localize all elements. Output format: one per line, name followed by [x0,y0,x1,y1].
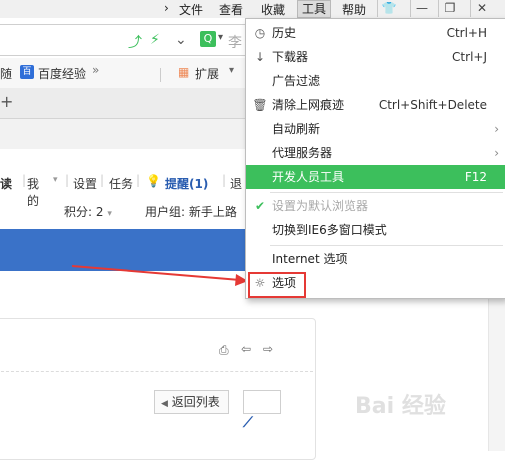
baidu-icon: 百 [20,65,34,79]
nav-divider: | [22,173,27,187]
menu-item-proxy[interactable]: 代理服务器 › [246,141,505,165]
reminder-link[interactable]: 提醒(1) [165,175,208,192]
maximize-button[interactable]: ❐ [438,0,461,17]
menu-item-history[interactable]: ◷ 历史 Ctrl+H [246,21,505,45]
menu-view[interactable]: 查看 [219,1,243,18]
menu-item-auto-refresh[interactable]: 自动刷新 › [246,117,505,141]
divider [1,371,313,372]
back-to-list-label: 返回列表 [171,395,220,409]
menu-item-downloads[interactable]: ↓ 下载器 Ctrl+J [246,45,505,69]
favorite-baidu-jingyan[interactable]: 百度经验 [38,65,86,82]
nav-link-cut[interactable]: 读 [0,175,22,192]
search-input[interactable]: 李 [228,32,242,52]
tools-dropdown-menu: ◷ 历史 Ctrl+H ↓ 下载器 Ctrl+J 广告过滤 🗑 清除上网痕迹 C… [245,18,505,299]
nav-divider: | [100,173,105,187]
extension-button[interactable]: 扩展 [195,65,219,82]
skin-button[interactable]: 👕 [377,0,400,17]
page-jump-input[interactable] [243,390,281,414]
new-tab-icon[interactable]: + [0,92,13,111]
divider [160,68,161,82]
download-arrow-icon: ↓ [254,50,266,64]
minimize-button[interactable]: — [410,0,433,17]
points-value: 积分: 2 [64,205,104,219]
back-to-list-button[interactable]: ◀ 返回列表 [154,390,229,414]
back-arrow-icon: ◀ [161,399,168,409]
share-icon[interactable]: ⤴ [128,32,142,52]
nav-tasks[interactable]: 任务 [109,175,133,192]
menu-item-set-default: ✔ 设置为默认浏览器 [246,194,505,218]
close-button[interactable]: ✕ [470,0,493,17]
watermark: Bai 经验 [355,394,446,419]
logout-link-cut[interactable]: 退 [230,175,242,192]
nav-my[interactable]: 我的 [27,175,39,209]
chevron-down-icon[interactable]: ⌄ [175,32,187,48]
my-dropdown-icon[interactable]: ▾ [53,175,58,185]
nav-divider: | [222,173,227,187]
points-label[interactable]: 积分: 2 ▾ [64,203,112,220]
toolbar-strip [0,119,250,149]
post-card: ⎙ ⇦ ⇨ ◀ 返回列表 ⟋ [0,318,316,460]
menu-item-internet-options[interactable]: Internet 选项 [246,247,505,271]
menu-bar: › 文件 查看 收藏 工具 帮助 👕 — ❐ ✕ [0,0,505,18]
menu-tools[interactable]: 工具 [297,0,332,18]
highlight-box [248,272,306,298]
more-favorites-icon[interactable]: » [92,63,99,77]
lightning-icon[interactable]: ⚡ [150,32,160,48]
menu-item-adblock[interactable]: 广告过滤 [246,69,505,93]
nav-divider: | [65,173,70,187]
search-dropdown-icon[interactable]: ▾ [218,32,223,43]
nav-settings[interactable]: 设置 [73,175,97,192]
menu-separator [270,192,503,193]
address-bar[interactable]: ⤴ ⚡ ⌄ Q ▾ 李 [0,24,260,56]
trash-icon: 🗑 [252,98,268,112]
menu-help[interactable]: 帮助 [342,1,366,18]
favorite-item-cut[interactable]: 随 [0,65,12,82]
cursor-icon: ⟋ [243,415,253,431]
nav-divider: | [136,173,141,187]
extension-dropdown-icon[interactable]: ▾ [229,65,234,76]
menu-item-devtools[interactable]: 开发人员工具 F12 [246,165,505,189]
search-engine-icon[interactable]: Q [200,31,216,47]
check-icon: ✔ [254,199,266,213]
usergroup-label: 用户组: 新手上路 [145,205,237,219]
chevron-right-icon: › [494,146,499,160]
menu-separator [270,245,503,246]
clock-icon: ◷ [254,26,266,40]
menu-favorites[interactable]: 收藏 [261,1,285,18]
chevron-right-icon: › [494,122,499,136]
print-icon[interactable]: ⎙ [219,343,229,358]
menu-arrow-left[interactable]: › [164,1,169,15]
previous-icon[interactable]: ⇦ [241,342,251,356]
menu-item-ie6-mode[interactable]: 切换到IE6多窗口模式 [246,218,505,242]
lightbulb-icon: 💡 [146,174,161,188]
annotation-arrow [72,265,248,286]
menu-file[interactable]: 文件 [179,1,203,18]
points-dropdown-icon: ▾ [107,209,112,219]
extension-icon: ▦ [178,65,190,79]
menu-item-clear-traces[interactable]: 🗑 清除上网痕迹 Ctrl+Shift+Delete [246,93,505,117]
next-icon[interactable]: ⇨ [263,342,273,356]
favorites-bar: 随 百 百度经验 » ▦ 扩展 ▾ [0,58,250,88]
tab-strip: + [0,88,250,119]
